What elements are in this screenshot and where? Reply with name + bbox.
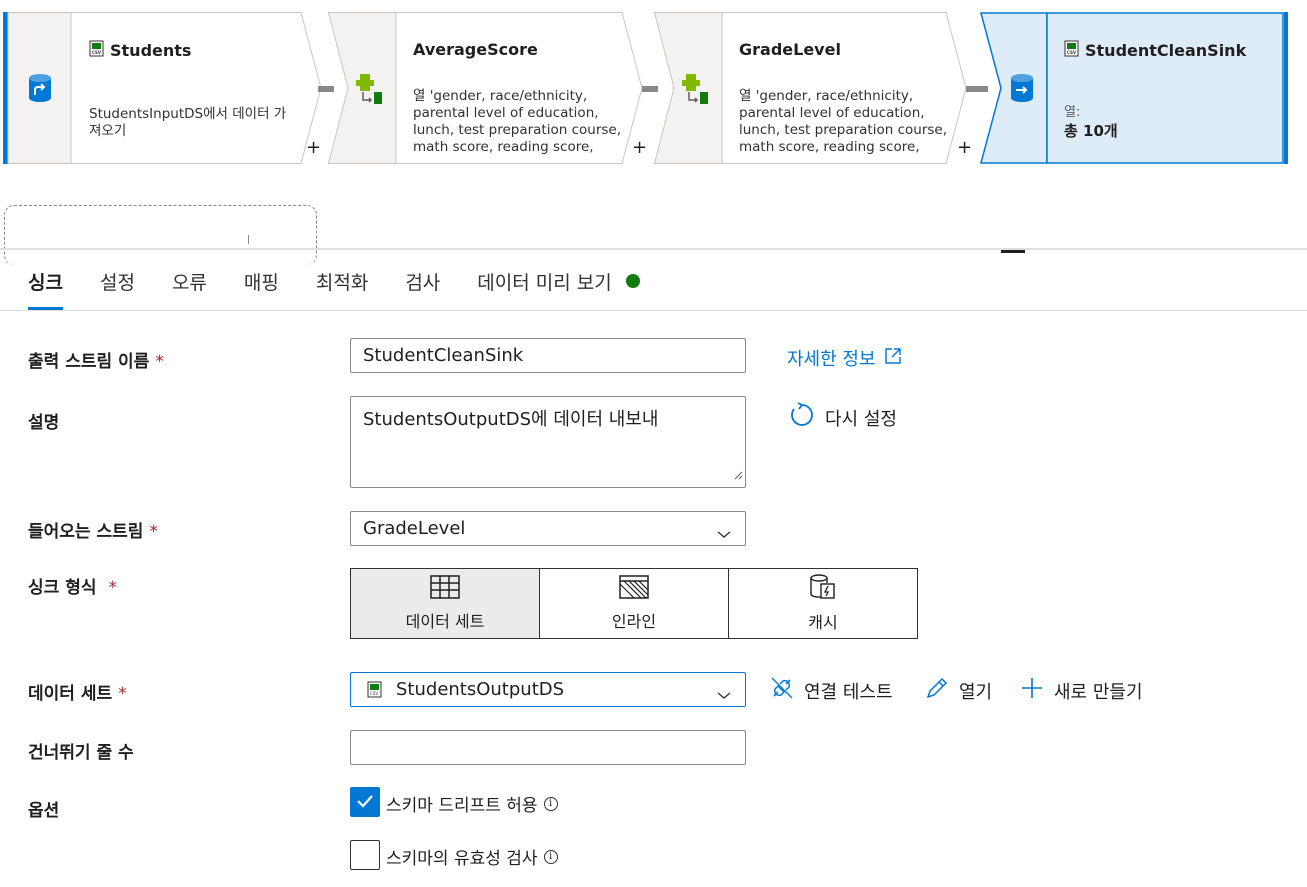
plug-icon [770, 676, 794, 705]
pencil-icon [925, 676, 949, 705]
node-description: StudentsInputDS에서 데이터 가져오기 [89, 106, 287, 139]
skip-lines-label: 건너뛰기 줄 수 [28, 743, 134, 763]
sink-type-selector: 데이터 세트 인라인 캐시 [350, 568, 918, 639]
learn-more-link[interactable]: 자세한 정보 [787, 345, 902, 371]
node-students[interactable]: CSV Students StudentsInputDS에서 데이터 가져오기 [3, 12, 323, 164]
inline-icon [619, 575, 649, 603]
incoming-stream-label: 들어오는 스트림 * [28, 522, 158, 542]
csv-icon: CSV [1064, 40, 1079, 61]
tab-sink[interactable]: 싱크 [28, 268, 63, 310]
reset-button[interactable]: 다시 설정 [789, 402, 897, 433]
columns-count: 총 10개 [1064, 123, 1118, 140]
csv-icon: CSV [367, 681, 382, 698]
node-description: 열 'gender, race/ethnicity, parental leve… [413, 88, 622, 155]
node-title: AverageScore [413, 40, 538, 59]
placeholder-cursor [248, 235, 249, 244]
splitter-grip[interactable] [1001, 250, 1025, 253]
node-description: 열 'gender, race/ethnicity, parental leve… [739, 88, 948, 155]
refresh-icon [789, 402, 815, 433]
settings-tabs: 싱크 설정 오류 매핑 최적화 검사 데이터 미리 보기 [28, 268, 677, 312]
new-button[interactable]: 새로 만들기 [1020, 676, 1143, 705]
node-title: GradeLevel [739, 40, 841, 59]
add-transform-button[interactable]: + [957, 139, 972, 157]
tab-errors[interactable]: 오류 [172, 268, 207, 308]
allow-schema-drift-checkbox[interactable] [350, 787, 380, 817]
chevron-down-icon [717, 684, 731, 705]
tabs-divider [0, 310, 1307, 311]
tab-mapping[interactable]: 매핑 [244, 268, 279, 308]
sink-type-inline-option[interactable]: 인라인 [539, 568, 729, 639]
dataset-select[interactable]: CSV StudentsOutputDS [350, 672, 746, 707]
sink-icon [997, 12, 1047, 164]
info-icon[interactable]: i [543, 796, 558, 811]
columns-label: 열: [1064, 105, 1081, 120]
tab-data-preview[interactable]: 데이터 미리 보기 [477, 268, 640, 308]
checkmark-icon [356, 793, 374, 812]
validate-schema-checkbox[interactable] [350, 840, 380, 870]
csv-icon: CSV [89, 40, 104, 61]
derived-column-icon [668, 12, 722, 164]
node-title: CSV StudentCleanSink [1064, 40, 1246, 61]
chevron-down-icon [717, 523, 731, 544]
source-icon [8, 12, 71, 164]
skip-lines-input[interactable] [350, 730, 746, 765]
info-icon[interactable]: i [543, 849, 558, 864]
table-icon [430, 575, 460, 603]
node-averagescore[interactable]: AverageScore 열 'gender, race/ethnicity, … [328, 12, 648, 164]
derived-column-icon [342, 12, 396, 164]
add-transform-button[interactable]: + [306, 139, 321, 157]
add-transform-button[interactable]: + [632, 139, 647, 157]
sink-type-cache-option[interactable]: 캐시 [728, 568, 918, 639]
panel-splitter[interactable] [0, 248, 1307, 250]
svg-text:CSV: CSV [370, 691, 378, 696]
output-stream-label: 출력 스트림 이름 * [28, 352, 164, 372]
placeholder-node [4, 205, 317, 265]
svg-text:CSV: CSV [1067, 50, 1077, 55]
cache-icon [809, 574, 837, 604]
tab-optimize[interactable]: 최적화 [316, 268, 368, 308]
dataset-label: 데이터 세트 * [28, 684, 127, 704]
open-button[interactable]: 열기 [925, 676, 992, 705]
incoming-stream-select[interactable]: GradeLevel [350, 511, 746, 546]
options-label: 옵션 [28, 801, 60, 821]
sink-type-label: 싱크 형식 * [28, 578, 117, 598]
tab-inspect[interactable]: 검사 [405, 268, 440, 308]
plus-icon [1020, 676, 1044, 705]
test-connection-button[interactable]: 연결 테스트 [770, 676, 893, 705]
external-link-icon [884, 347, 902, 370]
allow-schema-drift-label: 스키마 드리프트 허용 i [386, 791, 558, 816]
resize-handle-icon[interactable] [733, 464, 743, 485]
output-stream-input[interactable]: StudentCleanSink [350, 338, 746, 373]
validate-schema-label: 스키마의 유효성 검사 i [386, 844, 558, 869]
svg-text:CSV: CSV [92, 50, 102, 55]
tab-settings[interactable]: 설정 [100, 268, 135, 308]
description-textarea[interactable]: StudentsOutputDS에 데이터 내보내 [350, 396, 746, 488]
sink-type-dataset-option[interactable]: 데이터 세트 [350, 568, 540, 639]
node-gradelevel[interactable]: GradeLevel 열 'gender, race/ethnicity, pa… [654, 12, 974, 164]
node-title: CSV Students [89, 40, 191, 61]
description-label: 설명 [28, 413, 60, 433]
dataflow-canvas: CSV Students StudentsInputDS에서 데이터 가져오기 … [0, 0, 1307, 265]
status-dot [625, 274, 640, 288]
node-studentcleansink[interactable]: CSV StudentCleanSink 열: 총 10개 [979, 12, 1297, 164]
